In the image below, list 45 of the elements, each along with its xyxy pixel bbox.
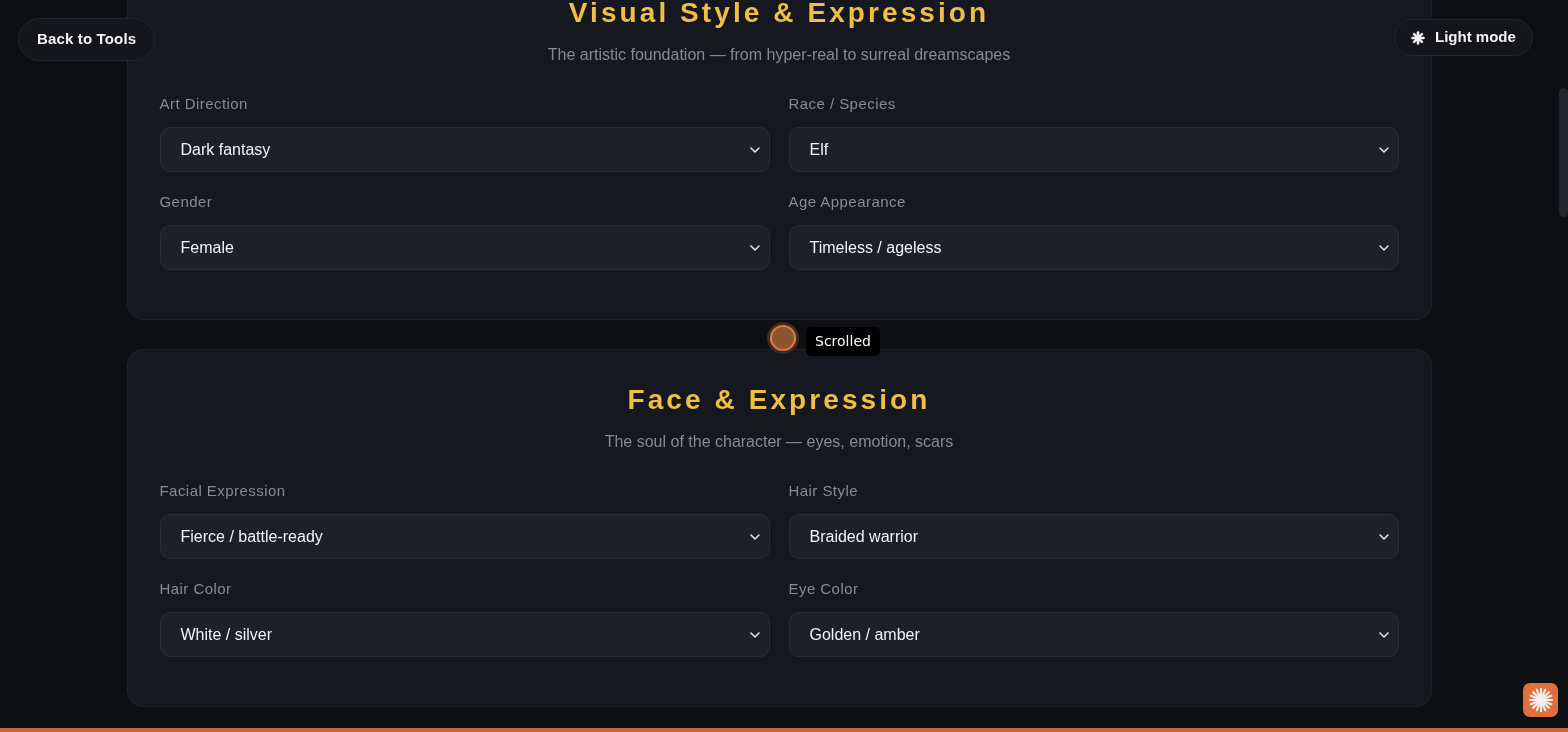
status-dot-icon [767, 322, 799, 354]
chevron-down-icon [1378, 533, 1389, 540]
toggle-label: Light mode [1435, 27, 1516, 48]
chevron-down-icon [749, 533, 760, 540]
light-mode-toggle[interactable]: Light mode [1394, 19, 1533, 56]
tooltip: Scrolled [806, 327, 880, 356]
section-subtitle: The soul of the character — eyes, emotion, scars [603, 432, 955, 452]
field-label: Gender [159, 192, 213, 212]
starburst-button[interactable] [1523, 683, 1558, 717]
back-button[interactable]: Back to Tools [18, 18, 156, 61]
field-label: Race / Species [788, 94, 896, 114]
field-label: Art Direction [159, 94, 248, 114]
dropdown-value: Timeless / ageless [809, 237, 942, 258]
dropdown[interactable]: Elf [788, 127, 1399, 172]
chevron-down-icon [749, 631, 760, 638]
chevron-down-icon [749, 244, 760, 251]
dropdown-value: White / silver [180, 624, 273, 645]
dropdown-value: Fierce / battle-ready [180, 526, 323, 547]
field-label: Age Appearance [788, 192, 906, 212]
scrollbar-thumb[interactable] [1558, 88, 1568, 217]
chevron-down-icon [1378, 244, 1389, 251]
dropdown-value: Female [180, 237, 234, 258]
dropdown[interactable]: Timeless / ageless [788, 225, 1399, 270]
chevron-down-icon [1378, 146, 1389, 153]
dropdown-value: Braided warrior [809, 526, 918, 547]
asterisk-icon [1411, 30, 1425, 45]
dropdown-value: Golden / amber [809, 624, 920, 645]
dropdown[interactable]: Golden / amber [788, 612, 1399, 657]
field-label: Hair Style [788, 481, 859, 501]
section-title: Face & Expression [626, 383, 932, 417]
section-title: Visual Style & Expression [567, 0, 991, 30]
chevron-down-icon [749, 146, 760, 153]
dropdown[interactable]: Dark fantasy [159, 127, 770, 172]
dropdown-value: Dark fantasy [180, 139, 271, 160]
dropdown[interactable]: White / silver [159, 612, 770, 657]
starburst-icon [1528, 688, 1553, 712]
dropdown[interactable]: Female [159, 225, 770, 270]
dropdown[interactable]: Fierce / battle-ready [159, 514, 770, 559]
dropdown-value: Elf [809, 139, 829, 160]
field-label: Hair Color [159, 579, 232, 599]
field-label: Eye Color [788, 579, 859, 599]
chevron-down-icon [1378, 631, 1389, 638]
field-label: Facial Expression [159, 481, 286, 501]
section-subtitle: The artistic foundation — from hyper-real to surreal dreamscapes [546, 45, 1012, 65]
dropdown[interactable]: Braided warrior [788, 514, 1399, 559]
